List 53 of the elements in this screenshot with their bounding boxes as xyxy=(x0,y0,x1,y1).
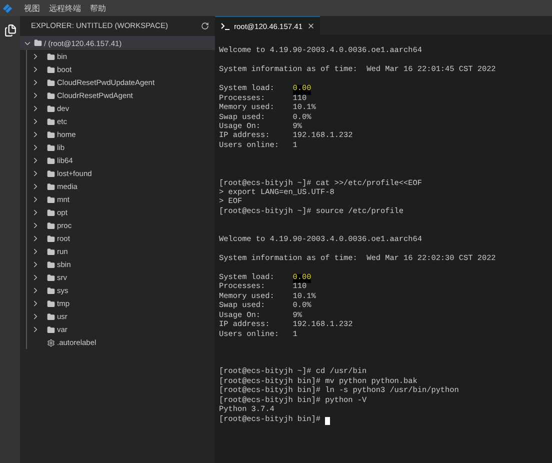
chevron-icon[interactable] xyxy=(31,312,40,321)
chevron-icon[interactable] xyxy=(31,286,40,295)
refresh-icon[interactable] xyxy=(201,22,209,30)
chevron-icon[interactable] xyxy=(31,182,40,191)
chevron-icon[interactable] xyxy=(31,169,40,178)
chevron-icon[interactable] xyxy=(31,65,40,74)
chevron-icon[interactable] xyxy=(31,247,40,256)
folder-icon xyxy=(47,130,55,138)
folder-icon xyxy=(47,196,55,204)
chevron-icon[interactable] xyxy=(31,260,40,269)
folder-icon xyxy=(47,248,55,256)
folder-icon xyxy=(47,182,55,190)
folder-icon xyxy=(47,234,55,242)
chevron-icon[interactable] xyxy=(31,299,40,308)
folder-icon xyxy=(47,170,55,178)
chevron-icon[interactable] xyxy=(31,156,40,165)
folder-icon xyxy=(47,286,55,294)
chevron-icon[interactable] xyxy=(31,234,40,243)
folder-icon xyxy=(47,326,55,334)
chevron-icon[interactable] xyxy=(31,52,40,61)
chevron-icon[interactable] xyxy=(31,208,40,217)
close-icon[interactable] xyxy=(306,22,314,30)
folder-icon xyxy=(47,144,55,152)
folder-icon xyxy=(47,300,55,308)
folder-icon xyxy=(47,312,55,320)
folder-icon xyxy=(47,104,55,112)
chevron-icon[interactable] xyxy=(31,104,40,113)
folder-icon xyxy=(47,92,55,100)
folder-icon xyxy=(47,274,55,282)
terminal-icon xyxy=(221,22,230,30)
folder-icon xyxy=(47,156,55,164)
chevron-icon[interactable] xyxy=(31,143,40,152)
chevron-icon[interactable] xyxy=(31,117,40,126)
gear-icon xyxy=(47,338,55,346)
folder-icon xyxy=(34,39,42,47)
folder-icon xyxy=(47,208,55,216)
chevron-icon[interactable] xyxy=(31,195,40,204)
chevron-icon[interactable] xyxy=(31,221,40,230)
chevron-icon[interactable] xyxy=(31,91,40,100)
folder-icon xyxy=(47,52,55,60)
folder-icon xyxy=(47,66,55,74)
menu-item[interactable]: 远程终端 xyxy=(49,2,81,14)
chevron-icon[interactable] xyxy=(31,78,40,87)
menu-item[interactable]: 帮助 xyxy=(90,2,106,14)
menu-item[interactable]: 视图 xyxy=(24,2,40,14)
chevron-icon[interactable] xyxy=(31,273,40,282)
folder-icon xyxy=(47,222,55,230)
files-icon[interactable] xyxy=(4,24,16,37)
chevron-icon[interactable] xyxy=(31,325,40,334)
folder-icon xyxy=(47,78,55,86)
chevron-icon[interactable] xyxy=(31,130,40,139)
folder-icon xyxy=(47,118,55,126)
folder-icon xyxy=(47,260,55,268)
